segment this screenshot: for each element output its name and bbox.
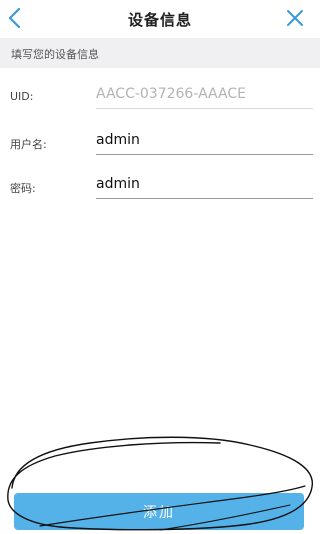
close-button[interactable] <box>282 5 308 31</box>
username-row: 用户名: <box>0 122 320 162</box>
uid-label: UID: <box>10 90 34 103</box>
password-field[interactable] <box>96 170 313 199</box>
header-bar: 设备信息 <box>0 0 320 38</box>
section-header: 填写您的设备信息 <box>0 38 320 68</box>
page-title: 设备信息 <box>127 11 192 29</box>
uid-field[interactable] <box>96 80 313 109</box>
section-title: 填写您的设备信息 <box>11 48 99 61</box>
password-row: 密码: <box>0 166 320 206</box>
close-icon <box>287 10 303 26</box>
uid-row: UID: <box>0 76 320 116</box>
password-label: 密码: <box>10 182 36 195</box>
add-button[interactable]: 添加 <box>14 493 304 530</box>
username-label: 用户名: <box>10 138 47 151</box>
username-field[interactable] <box>96 126 313 155</box>
device-info-page: 设备信息 填写您的设备信息 UID: 用户名: 密码: 添加 <box>0 0 320 534</box>
